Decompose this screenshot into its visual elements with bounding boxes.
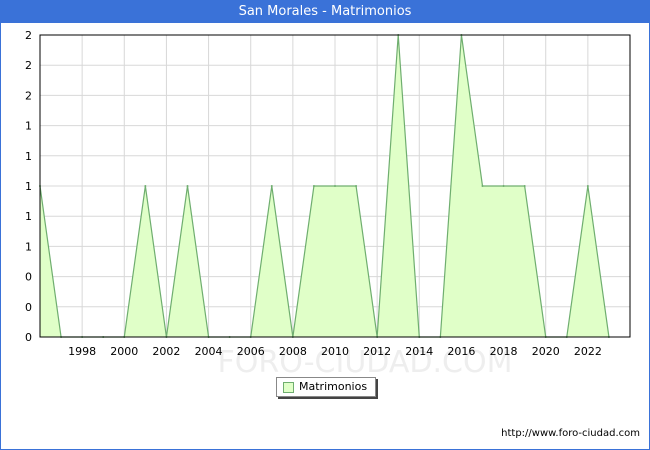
y-tick-label: 1 [25,150,32,163]
x-tick-label: 2010 [321,345,349,358]
data-point [312,185,315,187]
data-point [186,185,189,187]
data-point [144,185,147,187]
x-tick-label: 2020 [532,345,560,358]
legend-swatch [283,382,294,393]
y-tick-label: 0 [25,301,32,314]
x-tick-label: 2008 [279,345,307,358]
x-tick-label: 2016 [447,345,475,358]
data-point [481,185,484,187]
y-tick-label: 1 [25,240,32,253]
data-point [355,185,358,187]
legend: Matrimonios [276,377,376,397]
data-point [586,185,589,187]
x-tick-label: 2012 [363,345,391,358]
y-tick-label: 1 [25,120,32,133]
data-point [502,185,505,187]
x-tick-label: 2000 [110,345,138,358]
y-tick-label: 2 [25,89,32,102]
y-tick-label: 0 [25,331,32,344]
x-tick-label: 2004 [195,345,223,358]
data-point [334,185,336,187]
data-point [523,185,526,187]
y-tick-label: 2 [25,59,32,72]
data-point [270,185,273,187]
y-tick-label: 1 [25,210,32,223]
y-tick-label: 1 [25,180,32,193]
x-tick-label: 2014 [405,345,433,358]
x-tick-label: 2006 [237,345,265,358]
source-url[interactable]: http://www.foro-ciudad.com [501,428,640,439]
legend-label: Matrimonios [299,380,368,393]
x-tick-label: 2018 [490,345,518,358]
x-tick-label: 2002 [152,345,180,358]
x-tick-label: 1998 [68,345,96,358]
x-tick-label: 2022 [574,345,602,358]
y-tick-label: 0 [25,271,32,284]
y-tick-label: 2 [25,29,32,42]
